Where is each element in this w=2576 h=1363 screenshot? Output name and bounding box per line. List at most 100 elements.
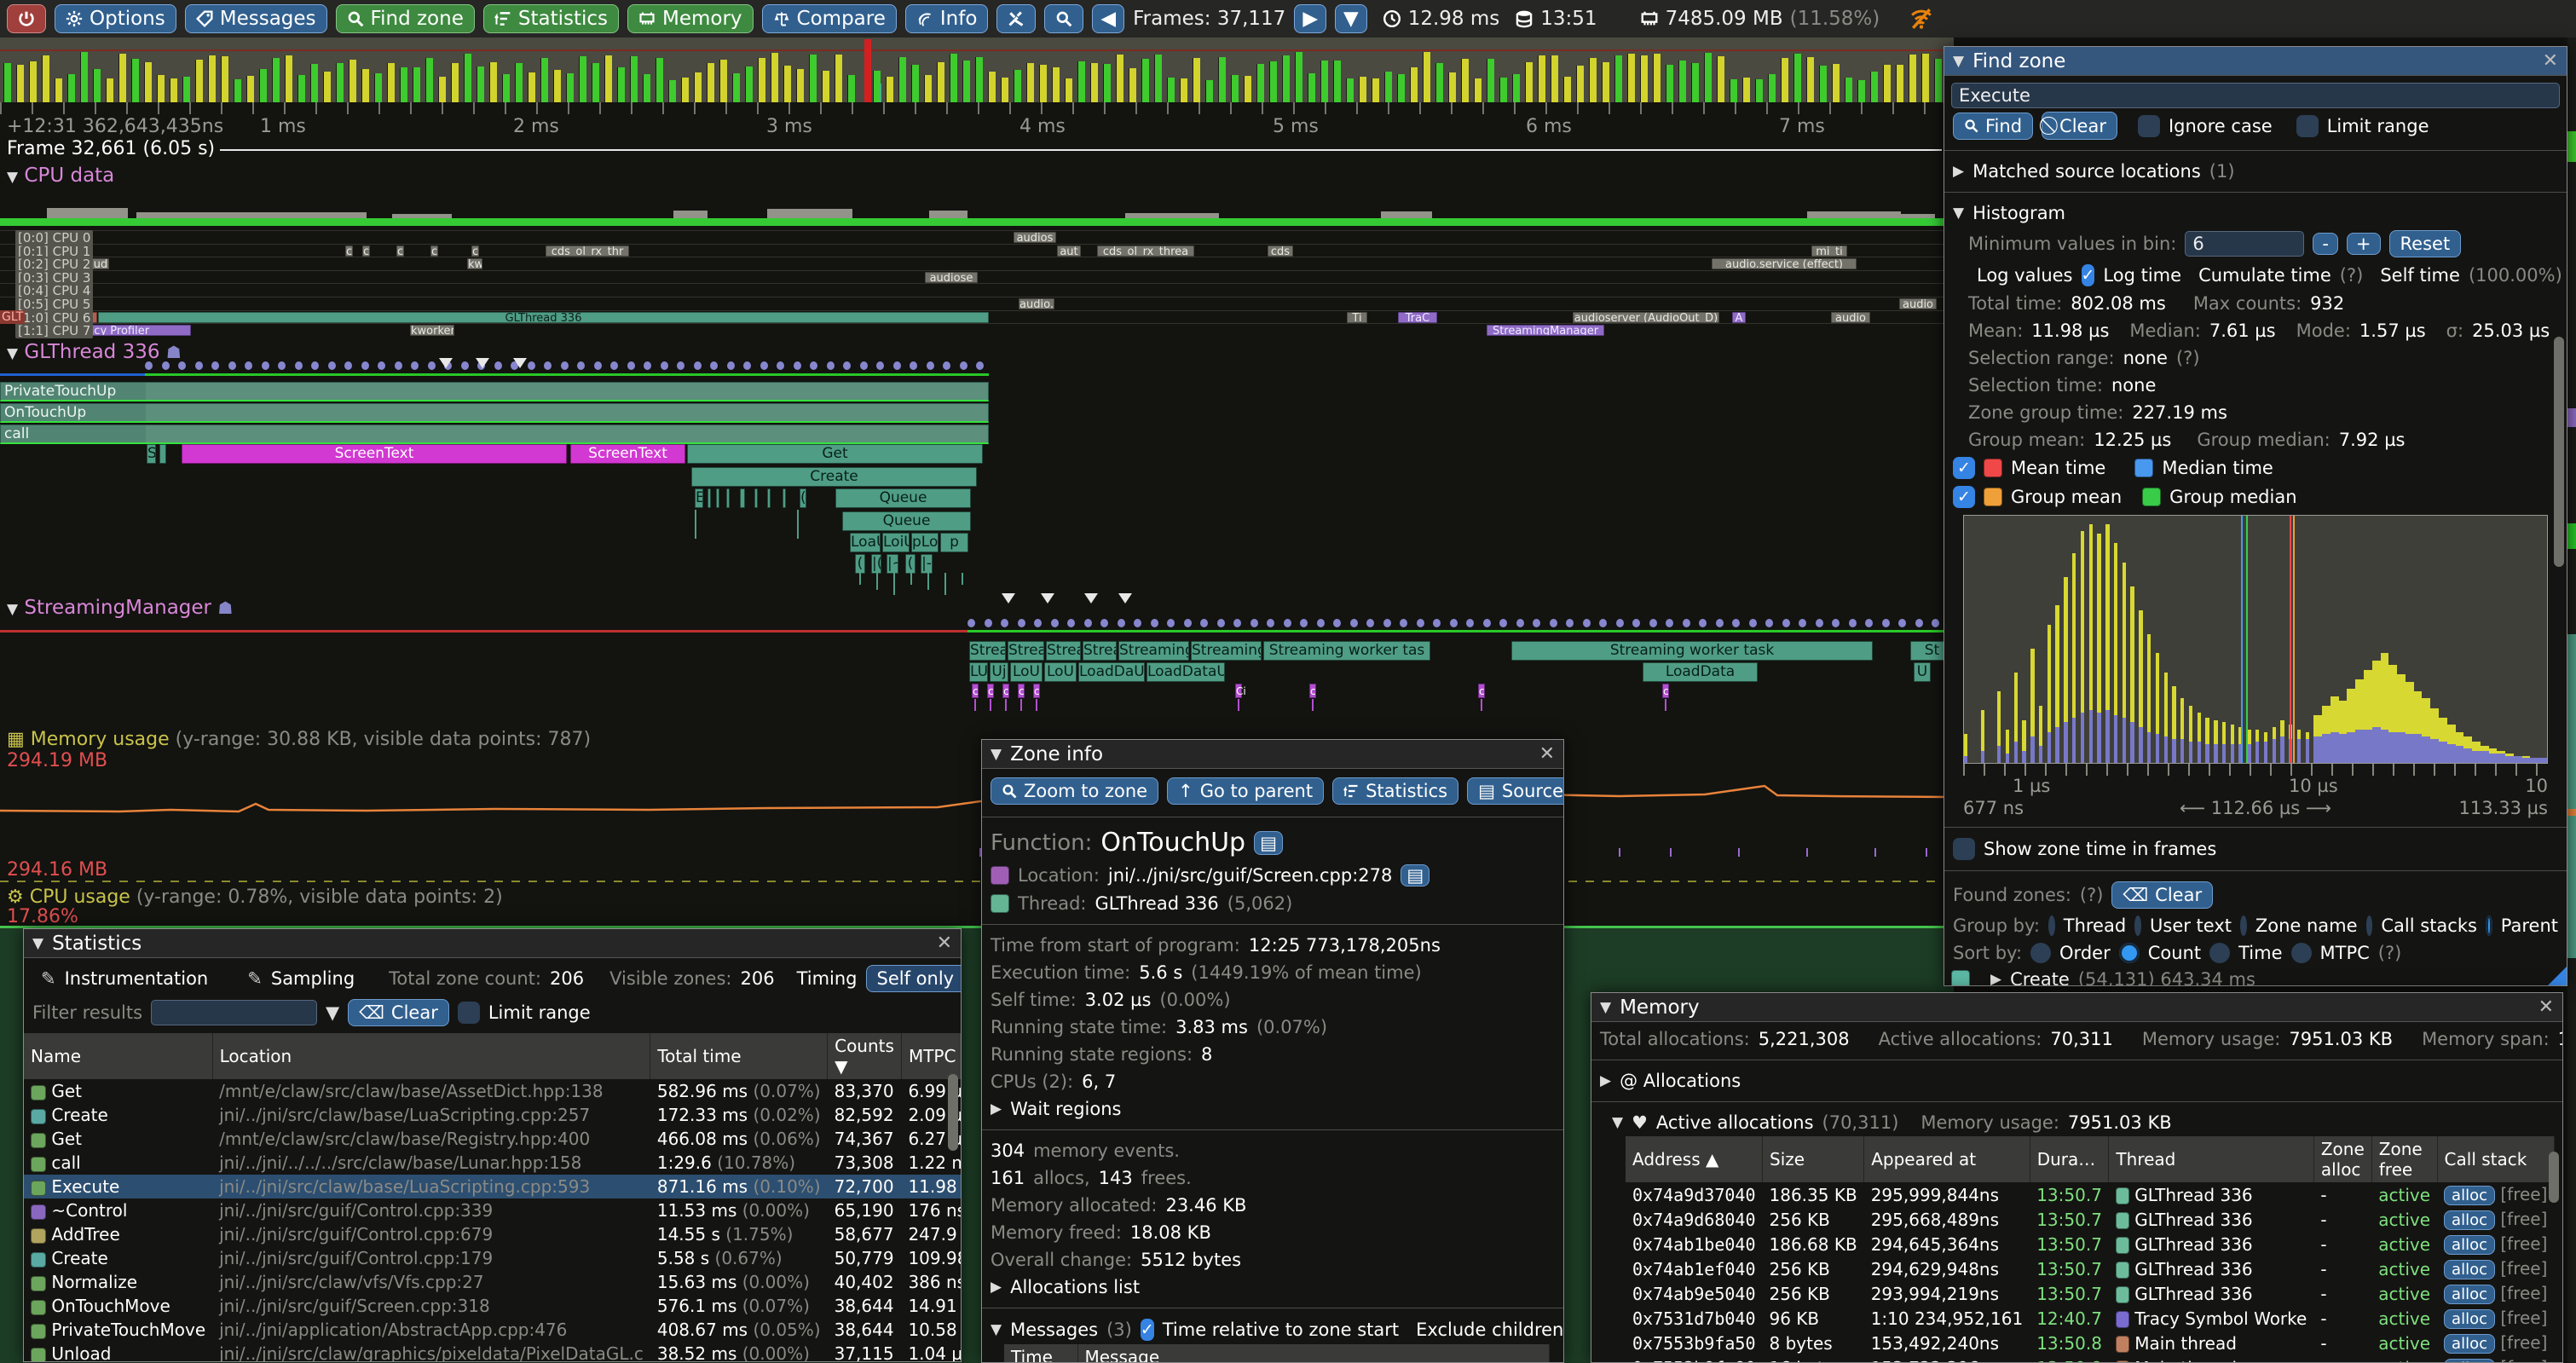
sample-dot[interactable] bbox=[1383, 619, 1391, 627]
matched-locations-toggle[interactable]: ▶Matched source locations(1) bbox=[1944, 158, 2567, 185]
clear-button[interactable]: ⃠Clear bbox=[2042, 112, 2117, 140]
bin-minus-button[interactable]: - bbox=[2313, 233, 2338, 255]
zone[interactable]: |- bbox=[921, 554, 933, 574]
zone[interactable]: c bbox=[1309, 684, 1316, 698]
sample-dot[interactable] bbox=[378, 361, 385, 370]
zone[interactable]: LoaU bbox=[850, 533, 881, 552]
cpu-row[interactable]: [0:1] CPU 1ccccccds_ol_rx_thrautcds_ol_r… bbox=[0, 244, 1954, 257]
wait-regions-toggle[interactable]: ▶Wait regions bbox=[982, 1095, 1563, 1123]
close-icon[interactable]: ✕ bbox=[1539, 743, 1555, 765]
column-header[interactable]: Total time bbox=[650, 1033, 828, 1079]
sample-dot[interactable] bbox=[1400, 619, 1407, 627]
sample-dot[interactable] bbox=[710, 361, 718, 370]
sample-dot[interactable] bbox=[843, 361, 851, 370]
cpu-zone[interactable]: kw bbox=[467, 258, 482, 269]
prev-frame-button[interactable]: ◀ bbox=[1092, 4, 1124, 33]
zone[interactable]: LoU bbox=[1010, 662, 1043, 682]
sample-dot[interactable] bbox=[1849, 619, 1857, 627]
allocation-row[interactable]: 0x7531d7b04096 KB1:10 234,952,16112:40.7… bbox=[1626, 1306, 2554, 1331]
sample-dot[interactable] bbox=[1200, 619, 1208, 627]
cpu-zone[interactable]: c bbox=[362, 245, 370, 257]
sample-dot[interactable] bbox=[228, 361, 236, 370]
sample-dot[interactable] bbox=[927, 361, 934, 370]
zone[interactable]: Ci bbox=[1235, 684, 1242, 698]
zone[interactable]: Get bbox=[687, 444, 983, 464]
zone[interactable]: Queue bbox=[842, 511, 971, 531]
sample-dot[interactable] bbox=[976, 361, 984, 370]
sample-dot[interactable] bbox=[1816, 619, 1823, 627]
sample-dot[interactable] bbox=[876, 361, 884, 370]
found-zone-row[interactable]: ▶Create(54,131) 643.34 ms bbox=[1944, 967, 2567, 986]
allocation-row[interactable]: 0x74ab1ef040256 KB294,629,948ns13:50.7 G… bbox=[1626, 1256, 2554, 1281]
sample-dot[interactable] bbox=[1184, 619, 1192, 627]
zone[interactable] bbox=[740, 488, 745, 508]
alloc-stack-button[interactable]: alloc bbox=[2444, 1260, 2495, 1279]
sample-dot[interactable] bbox=[211, 361, 219, 370]
sample-dot[interactable] bbox=[395, 361, 402, 370]
sample-dot[interactable] bbox=[262, 361, 269, 370]
zone[interactable]: c bbox=[987, 684, 994, 698]
reset-button[interactable]: Reset bbox=[2389, 230, 2462, 257]
sample-dot[interactable] bbox=[461, 361, 469, 370]
cpu-zone[interactable]: audio. bbox=[1019, 298, 1054, 309]
cpu-zone[interactable]: c bbox=[471, 245, 479, 257]
zone[interactable]: LoadDataU bbox=[1146, 662, 1225, 682]
column-header[interactable]: Name bbox=[24, 1033, 212, 1079]
column-header[interactable]: Thread bbox=[2109, 1136, 2313, 1182]
zone[interactable] bbox=[726, 488, 730, 508]
sample-dot[interactable] bbox=[677, 361, 684, 370]
sample-dot[interactable] bbox=[428, 361, 436, 370]
close-icon[interactable]: ✕ bbox=[2538, 996, 2554, 1018]
cpu-row[interactable]: [0:3] CPU 3audiose bbox=[0, 270, 1954, 283]
cpu-zone[interactable]: TraC bbox=[1398, 312, 1437, 323]
zone[interactable]: Strea bbox=[1046, 641, 1081, 661]
sample-dot[interactable] bbox=[1466, 619, 1474, 627]
group-by-parent[interactable] bbox=[2486, 915, 2492, 936]
zone[interactable]: Create bbox=[691, 467, 977, 487]
cpu-zone[interactable]: StreamingManager bbox=[1487, 325, 1604, 336]
sample-dot[interactable] bbox=[311, 361, 319, 370]
zone[interactable]: U bbox=[1914, 662, 1931, 682]
min-bin-input[interactable] bbox=[2185, 231, 2304, 257]
sample-dot[interactable] bbox=[1483, 619, 1491, 627]
close-icon[interactable]: ✕ bbox=[937, 933, 952, 954]
sample-dot[interactable] bbox=[1134, 619, 1141, 627]
active-allocations-toggle[interactable]: ▼♥ Active allocations(70,311) Memory usa… bbox=[1591, 1109, 2562, 1136]
zone[interactable]: LU bbox=[969, 662, 988, 682]
cpu-zone[interactable]: audio.service (effect) bbox=[1712, 258, 1857, 269]
sample-dot[interactable] bbox=[794, 361, 801, 370]
sample-dot[interactable] bbox=[1084, 619, 1092, 627]
memory-scrollbar[interactable] bbox=[2549, 1152, 2559, 1203]
sample-dot[interactable] bbox=[1450, 619, 1458, 627]
sample-dot[interactable] bbox=[1832, 619, 1840, 627]
table-row[interactable]: Createjni/../jni/src/guif/Control.cpp:17… bbox=[24, 1246, 962, 1270]
next-frame-button[interactable]: ▶ bbox=[1294, 4, 1326, 33]
messages-button[interactable]: Messages bbox=[185, 4, 327, 33]
sample-dot[interactable] bbox=[1067, 619, 1075, 627]
zone[interactable]: c bbox=[1478, 684, 1485, 698]
sample-dot[interactable] bbox=[344, 361, 352, 370]
section-gl-thread[interactable]: ▼ GLThread 336 ☗ bbox=[7, 341, 182, 363]
copy-icon[interactable]: ▤ bbox=[1401, 864, 1430, 887]
message-marker-icon[interactable] bbox=[1118, 593, 1132, 604]
message-marker-icon[interactable] bbox=[1084, 593, 1098, 604]
sample-dot[interactable] bbox=[743, 361, 751, 370]
zone[interactable] bbox=[716, 488, 719, 508]
cpu-zone[interactable]: aut bbox=[1057, 245, 1081, 257]
statistics-button[interactable]: Statistics bbox=[483, 4, 619, 33]
sample-dot[interactable] bbox=[1034, 619, 1042, 627]
table-row[interactable]: Unloadjni/../jni/src/claw/graphics/pixel… bbox=[24, 1342, 962, 1362]
zone[interactable]: c bbox=[1662, 684, 1669, 698]
sample-dot[interactable] bbox=[1350, 619, 1358, 627]
sample-dot[interactable] bbox=[1666, 619, 1673, 627]
zone[interactable]: Streaming worker tas bbox=[1263, 641, 1430, 661]
sample-dot[interactable] bbox=[1417, 619, 1424, 627]
sample-dot[interactable] bbox=[1001, 619, 1008, 627]
alloc-stack-button[interactable]: alloc bbox=[2444, 1309, 2495, 1329]
alloc-stack-button[interactable]: alloc bbox=[2444, 1359, 2495, 1363]
sample-dot[interactable] bbox=[544, 361, 552, 370]
time-relative-checkbox[interactable]: ✓ bbox=[1141, 1319, 1154, 1341]
frames-overview-strip[interactable] bbox=[0, 38, 1954, 102]
section-streaming-manager[interactable]: ▼ StreamingManager ☗ bbox=[7, 597, 233, 619]
cpu-zone[interactable]: audios bbox=[1014, 232, 1056, 243]
